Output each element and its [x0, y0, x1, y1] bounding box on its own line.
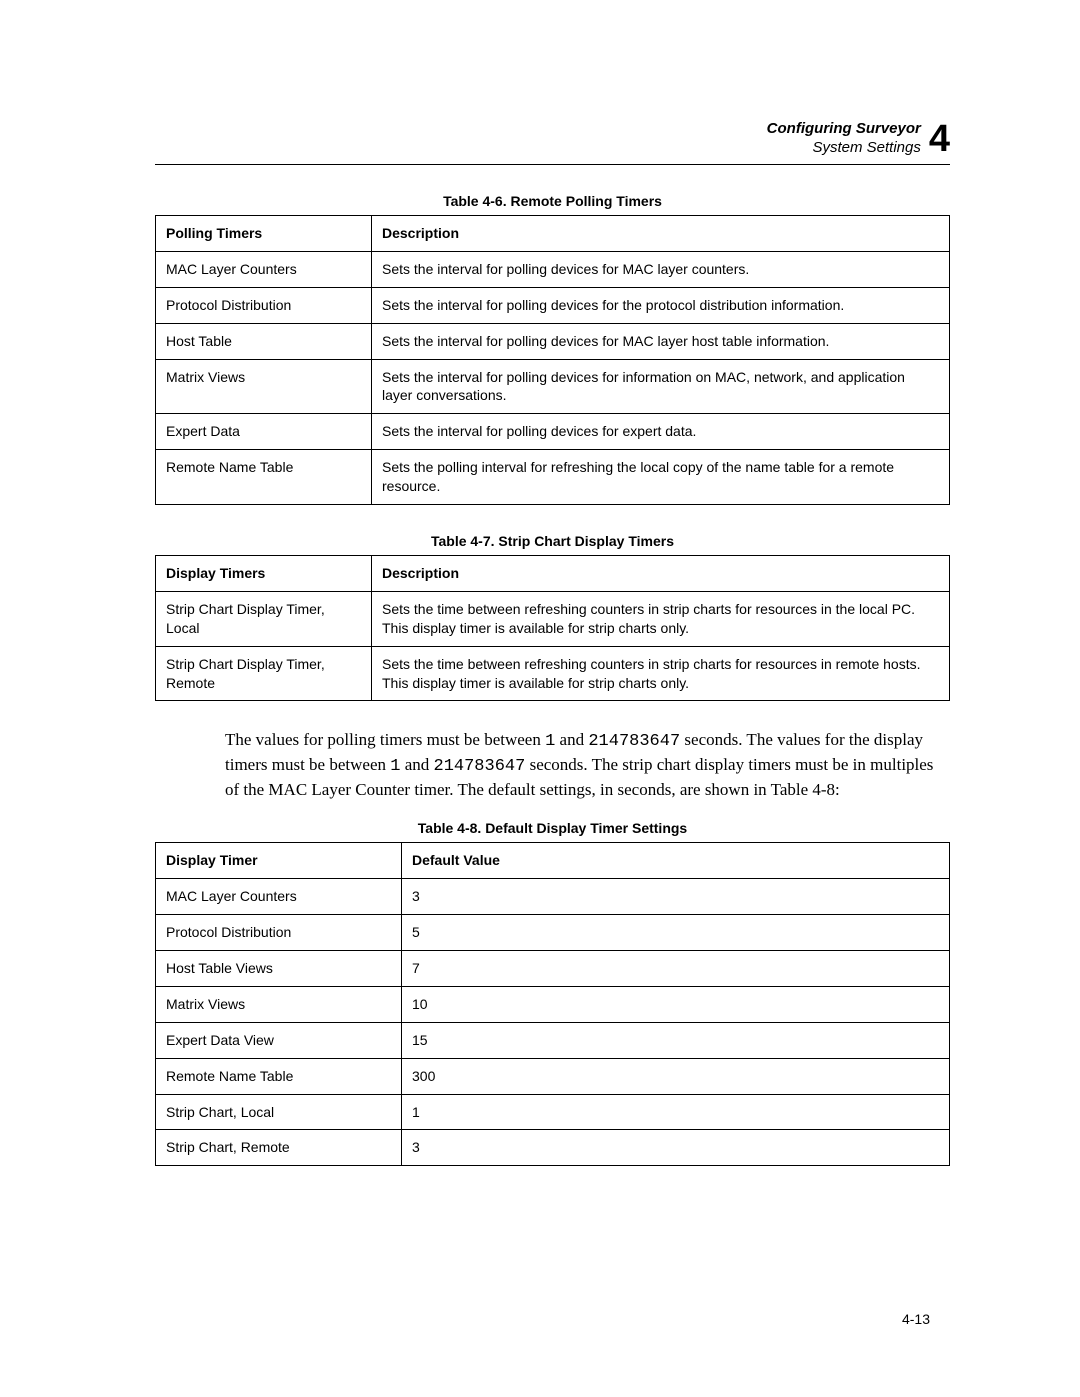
cell: Strip Chart Display Timer, Remote: [156, 646, 372, 701]
table-row: Host Table Views 7: [156, 950, 950, 986]
cell: Remote Name Table: [156, 1058, 402, 1094]
cell: Expert Data: [156, 414, 372, 450]
cell: MAC Layer Counters: [156, 251, 372, 287]
table-row: Remote Name Table Sets the polling inter…: [156, 450, 950, 505]
table48: Display Timer Default Value MAC Layer Co…: [155, 842, 950, 1166]
para-num: 214783647: [434, 757, 526, 776]
table-row: Matrix Views Sets the interval for polli…: [156, 359, 950, 414]
table-header-row: Display Timers Description: [156, 556, 950, 592]
cell: 3: [402, 1130, 950, 1166]
header-subtitle: System Settings: [767, 139, 921, 158]
document-page: Configuring Surveyor System Settings 4 T…: [0, 0, 1080, 1397]
chapter-number: 4: [929, 120, 950, 158]
body-paragraph: The values for polling timers must be be…: [225, 729, 950, 802]
table46-h1: Description: [372, 216, 950, 252]
table46-h0: Polling Timers: [156, 216, 372, 252]
table-row: MAC Layer Counters Sets the interval for…: [156, 251, 950, 287]
cell: Sets the time between refreshing counter…: [372, 591, 950, 646]
table47: Display Timers Description Strip Chart D…: [155, 555, 950, 701]
table-row: Strip Chart Display Timer, Local Sets th…: [156, 591, 950, 646]
table-row: Expert Data Sets the interval for pollin…: [156, 414, 950, 450]
para-num: 1: [545, 732, 555, 751]
cell: Protocol Distribution: [156, 287, 372, 323]
cell: Strip Chart, Remote: [156, 1130, 402, 1166]
table-header-row: Display Timer Default Value: [156, 843, 950, 879]
cell: 1: [402, 1094, 950, 1130]
cell: 5: [402, 915, 950, 951]
cell: MAC Layer Counters: [156, 879, 402, 915]
cell: 10: [402, 986, 950, 1022]
table48-caption: Table 4-8. Default Display Timer Setting…: [155, 820, 950, 836]
cell: 7: [402, 950, 950, 986]
table47-h0: Display Timers: [156, 556, 372, 592]
cell: 300: [402, 1058, 950, 1094]
cell: Protocol Distribution: [156, 915, 402, 951]
table47-h1: Description: [372, 556, 950, 592]
cell: Sets the interval for polling devices fo…: [372, 287, 950, 323]
cell: Sets the interval for polling devices fo…: [372, 251, 950, 287]
table-row: Matrix Views 10: [156, 986, 950, 1022]
table-row: Strip Chart Display Timer, Remote Sets t…: [156, 646, 950, 701]
page-number: 4-13: [902, 1311, 930, 1327]
table-row: Strip Chart, Local 1: [156, 1094, 950, 1130]
para-text: The values for polling timers must be be…: [225, 730, 545, 749]
para-text: and: [400, 755, 433, 774]
table-row: Remote Name Table 300: [156, 1058, 950, 1094]
cell: Strip Chart Display Timer, Local: [156, 591, 372, 646]
table46: Polling Timers Description MAC Layer Cou…: [155, 215, 950, 505]
cell: Remote Name Table: [156, 450, 372, 505]
cell: Sets the time between refreshing counter…: [372, 646, 950, 701]
table-row: Protocol Distribution 5: [156, 915, 950, 951]
table-row: Expert Data View 15: [156, 1022, 950, 1058]
cell: Sets the interval for polling devices fo…: [372, 359, 950, 414]
table-row: MAC Layer Counters 3: [156, 879, 950, 915]
table48-h0: Display Timer: [156, 843, 402, 879]
cell: 15: [402, 1022, 950, 1058]
cell: Sets the polling interval for refreshing…: [372, 450, 950, 505]
table46-caption: Table 4-6. Remote Polling Timers: [155, 193, 950, 209]
cell: Sets the interval for polling devices fo…: [372, 323, 950, 359]
page-header: Configuring Surveyor System Settings 4: [155, 120, 950, 165]
para-num: 214783647: [588, 732, 680, 751]
table48-h1: Default Value: [402, 843, 950, 879]
para-text: and: [555, 730, 588, 749]
table47-caption: Table 4-7. Strip Chart Display Timers: [155, 533, 950, 549]
cell: Expert Data View: [156, 1022, 402, 1058]
table-row: Host Table Sets the interval for polling…: [156, 323, 950, 359]
table-row: Strip Chart, Remote 3: [156, 1130, 950, 1166]
cell: Matrix Views: [156, 986, 402, 1022]
cell: Host Table: [156, 323, 372, 359]
cell: Sets the interval for polling devices fo…: [372, 414, 950, 450]
para-num: 1: [390, 757, 400, 776]
table-header-row: Polling Timers Description: [156, 216, 950, 252]
header-text: Configuring Surveyor System Settings: [767, 120, 921, 158]
table-row: Protocol Distribution Sets the interval …: [156, 287, 950, 323]
cell: 3: [402, 879, 950, 915]
header-title: Configuring Surveyor: [767, 120, 921, 139]
cell: Matrix Views: [156, 359, 372, 414]
cell: Host Table Views: [156, 950, 402, 986]
cell: Strip Chart, Local: [156, 1094, 402, 1130]
